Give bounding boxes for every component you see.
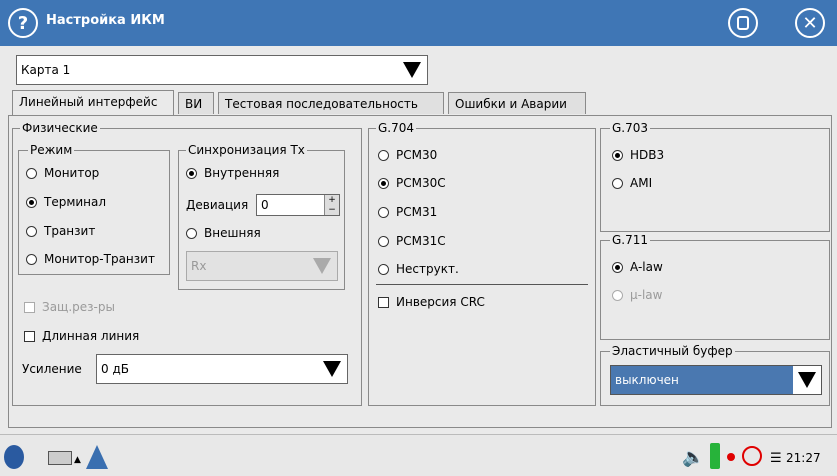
deviation-spinbox[interactable]: 0 + − [256, 194, 340, 216]
long-line-checkbox[interactable] [24, 331, 35, 342]
speaker-icon[interactable]: 🔈 [682, 447, 704, 468]
external-source-value: Rx [191, 259, 207, 273]
sync-legend: Синхронизация Tx [186, 143, 307, 157]
tab-line-interface[interactable]: Линейный интерфейс [12, 90, 174, 116]
deviation-value: 0 [261, 198, 269, 212]
app-icon[interactable] [86, 445, 108, 469]
title-bar: ? Настройка ИКМ ✕ [0, 0, 837, 46]
mode-monitor-label: Монитор [44, 166, 100, 180]
hdb3-label: HDB3 [630, 148, 665, 162]
mode-transit-label: Транзит [44, 224, 96, 238]
battery-icon [710, 443, 720, 469]
pcm30-label: PCM30 [396, 148, 438, 162]
sync-internal-radio[interactable] [186, 168, 197, 179]
pcm30c-radio[interactable] [378, 178, 389, 189]
help-icon[interactable]: ? [8, 8, 38, 38]
chevron-down-icon [403, 62, 421, 78]
stepper-arrows[interactable]: + − [324, 195, 339, 215]
mode-monitor-transit-label: Монитор-Транзит [44, 252, 155, 266]
elastic-buffer-value: выключен [615, 373, 679, 387]
mu-law-radio[interactable] [612, 290, 623, 301]
gain-select[interactable]: 0 дБ [96, 354, 348, 384]
g711-legend: G.711 [610, 233, 651, 247]
close-icon[interactable]: ✕ [795, 8, 825, 38]
tab-errors-alarms[interactable]: Ошибки и Аварии [448, 92, 586, 114]
stop-icon[interactable] [742, 446, 762, 466]
g704-legend: G.704 [376, 121, 417, 135]
external-source-select[interactable]: Rx [186, 251, 338, 281]
start-icon[interactable] [4, 445, 24, 469]
pcm30c-label: PCM30C [396, 176, 446, 190]
mode-legend: Режим [28, 143, 75, 157]
mode-monitor-transit-radio[interactable] [26, 254, 37, 265]
ami-radio[interactable] [612, 178, 623, 189]
sync-external-radio[interactable] [186, 228, 197, 239]
chevron-down-icon [323, 361, 341, 377]
unstructured-label: Неструкт. [396, 262, 459, 276]
gain-value: 0 дБ [101, 362, 129, 376]
crc-inversion-label: Инверсия CRC [396, 295, 485, 309]
mode-terminal-label: Терминал [44, 195, 107, 209]
record-indicator-icon [727, 453, 735, 461]
sync-internal-label: Внутренняя [204, 166, 280, 180]
pcm31c-radio[interactable] [378, 236, 389, 247]
chevron-down-icon [798, 372, 816, 388]
crc-inversion-checkbox[interactable] [378, 297, 389, 308]
ami-label: AMI [630, 176, 653, 190]
taskbar: ▲ 🔈 ☰ 21:27 [0, 434, 837, 476]
a-law-radio[interactable] [612, 262, 623, 273]
mu-law-label: μ-law [630, 288, 663, 302]
long-line-label: Длинная линия [42, 329, 140, 343]
deviation-label: Девиация [186, 198, 249, 212]
a-law-label: A-law [630, 260, 663, 274]
pcm31-label: PCM31 [396, 205, 438, 219]
g704-separator [376, 284, 588, 285]
physical-legend: Физические [20, 121, 100, 135]
elastic-buffer-select[interactable]: выключен [610, 365, 822, 395]
pcm31-radio[interactable] [378, 207, 389, 218]
protection-label: Защ.рез-ры [42, 300, 115, 314]
gain-label: Усиление [22, 362, 82, 376]
sync-external-label: Внешняя [204, 226, 261, 240]
maximize-icon[interactable] [728, 8, 758, 38]
chevron-up-icon[interactable]: ▲ [74, 455, 81, 465]
window-title: Настройка ИКМ [46, 13, 165, 28]
tab-test-sequence[interactable]: Тестовая последовательность [218, 92, 444, 114]
tab-vi[interactable]: ВИ [178, 92, 214, 114]
pcm30-radio[interactable] [378, 150, 389, 161]
chevron-down-icon [313, 258, 331, 274]
menu-icon[interactable]: ☰ [770, 451, 782, 466]
card-select[interactable]: Карта 1 [16, 55, 428, 85]
clock: 21:27 [786, 451, 821, 465]
unstructured-radio[interactable] [378, 264, 389, 275]
g703-legend: G.703 [610, 121, 651, 135]
pcm31c-label: PCM31C [396, 234, 446, 248]
keyboard-icon[interactable] [48, 451, 72, 465]
mode-transit-radio[interactable] [26, 226, 37, 237]
protection-checkbox[interactable] [24, 302, 35, 313]
mode-terminal-radio[interactable] [26, 197, 37, 208]
card-select-value: Карта 1 [21, 63, 71, 77]
elastic-buffer-legend: Эластичный буфер [610, 344, 735, 358]
hdb3-radio[interactable] [612, 150, 623, 161]
mode-monitor-radio[interactable] [26, 168, 37, 179]
